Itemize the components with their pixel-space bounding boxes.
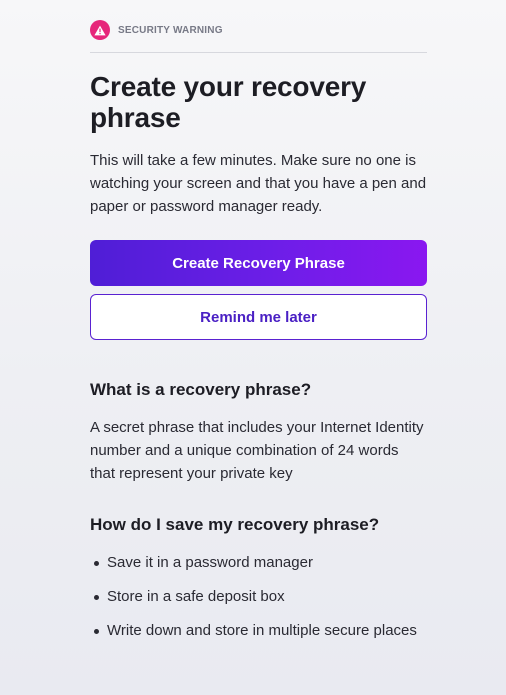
list-item: Write down and store in multiple secure … bbox=[90, 619, 427, 642]
create-recovery-phrase-button[interactable]: Create Recovery Phrase bbox=[90, 240, 427, 286]
page-title: Create your recovery phrase bbox=[90, 71, 367, 133]
security-warning-label: SECURITY WARNING bbox=[118, 24, 223, 36]
intro-text: This will take a few minutes. Make sure … bbox=[90, 152, 427, 215]
what-is-heading: What is a recovery phrase? bbox=[90, 380, 312, 399]
bullet-dot-icon bbox=[94, 561, 99, 566]
warning-triangle-icon bbox=[90, 20, 110, 40]
what-is-body: A secret phrase that includes your Inter… bbox=[90, 419, 424, 482]
list-item-text: Write down and store in multiple secure … bbox=[107, 622, 417, 639]
list-item: Save it in a password manager bbox=[90, 551, 427, 574]
what-is-section: What is a recovery phrase? A secret phra… bbox=[90, 380, 427, 485]
list-item-text: Store in a safe deposit box bbox=[107, 588, 285, 605]
remind-me-later-button[interactable]: Remind me later bbox=[90, 294, 427, 340]
save-options-list: Save it in a password manager Store in a… bbox=[90, 551, 427, 642]
how-to-save-heading: How do I save my recovery phrase? bbox=[90, 515, 380, 534]
bullet-dot-icon bbox=[94, 629, 99, 634]
security-warning-header: SECURITY WARNING bbox=[90, 18, 427, 53]
recovery-phrase-panel: SECURITY WARNING Create your recovery ph… bbox=[90, 18, 427, 653]
how-to-save-section: How do I save my recovery phrase? Save i… bbox=[90, 515, 427, 642]
bullet-dot-icon bbox=[94, 595, 99, 600]
list-item: Store in a safe deposit box bbox=[90, 585, 427, 608]
list-item-text: Save it in a password manager bbox=[107, 554, 313, 571]
